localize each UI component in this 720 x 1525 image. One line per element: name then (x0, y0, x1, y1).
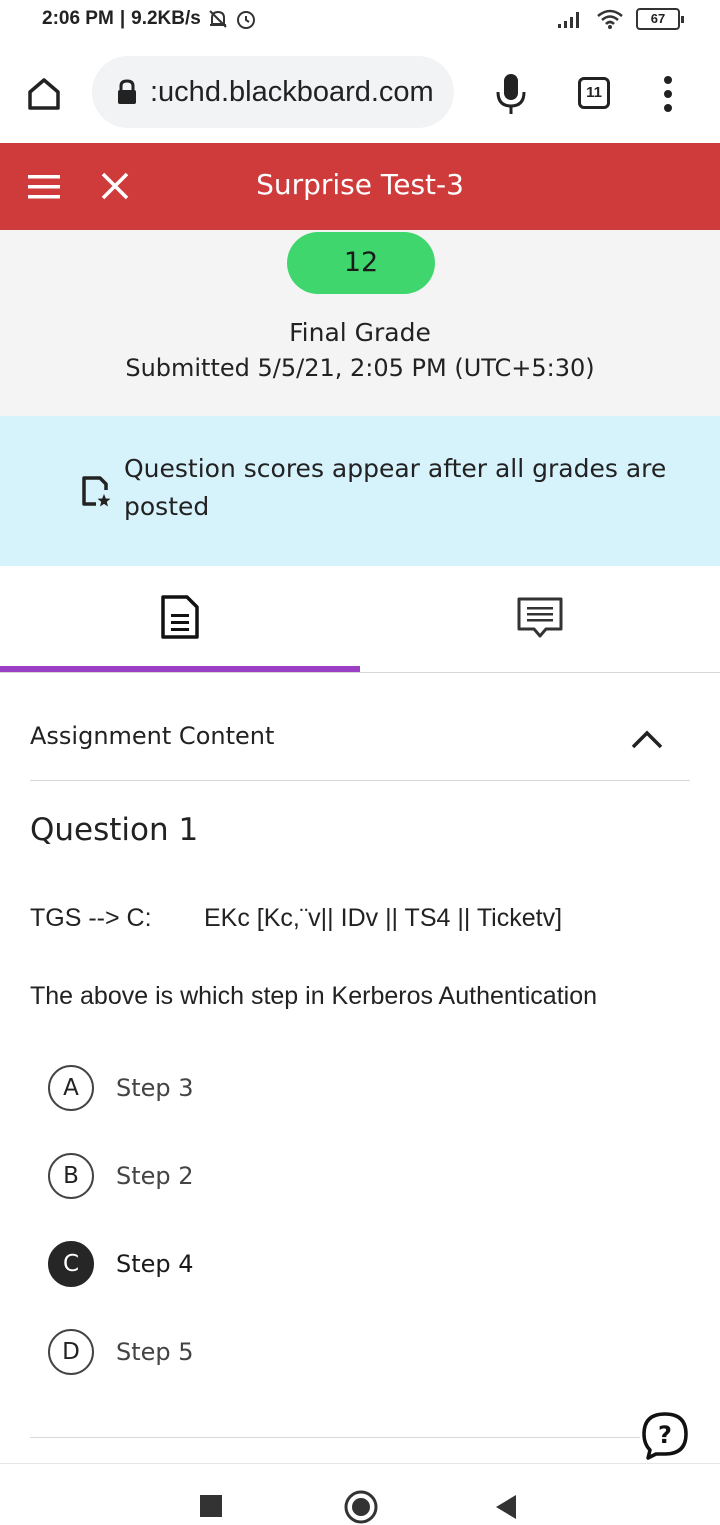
home-icon[interactable] (24, 74, 64, 114)
url-text: :uchd.blackboard.com (150, 75, 434, 108)
option-c[interactable]: C Step 4 (48, 1241, 194, 1287)
page-title: Surprise Test-3 (256, 168, 464, 201)
option-letter-badge-selected: C (48, 1241, 94, 1287)
divider (30, 780, 690, 781)
browser-toolbar: :uchd.blackboard.com 11 (0, 44, 720, 142)
comment-icon (517, 597, 563, 638)
bell-off-icon (209, 10, 227, 28)
option-label: Step 5 (116, 1338, 194, 1366)
option-letter-badge: A (48, 1065, 94, 1111)
option-letter-badge: D (48, 1329, 94, 1375)
active-tab-indicator (0, 666, 360, 672)
tab-switcher-button[interactable]: 11 (578, 77, 610, 109)
alarm-icon (236, 11, 255, 29)
assignment-content-heading: Assignment Content (30, 722, 275, 750)
chevron-up-icon[interactable] (630, 728, 664, 750)
microphone-icon[interactable] (494, 72, 528, 116)
svg-text:?: ? (658, 1421, 672, 1449)
notice-text: Question scores appear after all grades … (124, 454, 667, 521)
tab-content[interactable] (0, 566, 360, 672)
option-label: Step 2 (116, 1162, 194, 1190)
back-icon[interactable] (494, 1494, 518, 1520)
lock-icon (118, 79, 136, 104)
tab-feedback[interactable] (360, 566, 720, 672)
address-bar[interactable]: :uchd.blackboard.com (92, 56, 454, 128)
option-label: Step 4 (116, 1250, 194, 1278)
option-a[interactable]: A Step 3 (48, 1065, 194, 1111)
status-speed: 9.2KB/s (131, 8, 201, 29)
status-time: 2:06 PM (42, 8, 114, 29)
view-tabs (0, 566, 720, 673)
status-right: 67 (556, 8, 684, 30)
option-b[interactable]: B Step 2 (48, 1153, 194, 1199)
help-icon[interactable]: ? (640, 1410, 690, 1460)
option-letter-badge: B (48, 1153, 94, 1199)
battery-icon: 67 (636, 8, 684, 30)
grade-summary: 12 Final Grade Submitted 5/5/21, 2:05 PM… (0, 230, 720, 416)
formula-left: TGS --> C: (30, 904, 152, 932)
signal-icon (558, 12, 579, 28)
question-title: Question 1 (30, 812, 199, 848)
formula-right: EKc [Kc,¨v|| IDv || TS4 || Ticketv] (204, 904, 563, 932)
more-vert-icon[interactable] (660, 74, 676, 114)
status-bar: 2:06 PM | 9.2KB/s 67 (0, 0, 720, 44)
grades-notice-banner: Question scores appear after all grades … (0, 416, 720, 566)
nav-home-icon[interactable] (344, 1490, 378, 1524)
question-formula: TGS --> C: EKc [Kc,¨v|| IDv || TS4 || Tic… (30, 904, 562, 933)
page-header: Surprise Test-3 (0, 143, 720, 230)
recent-apps-icon[interactable] (200, 1495, 222, 1517)
grade-pill: 12 (287, 232, 435, 294)
final-grade-label: Final Grade (289, 318, 431, 347)
submitted-timestamp: Submitted 5/5/21, 2:05 PM (UTC+5:30) (125, 354, 595, 382)
document-star-icon (82, 476, 111, 507)
option-label: Step 3 (116, 1074, 194, 1102)
status-left: 2:06 PM | 9.2KB/s (42, 8, 257, 30)
question-text: The above is which step in Kerberos Auth… (30, 982, 598, 1010)
divider (30, 1437, 640, 1438)
status-separator: | (119, 8, 126, 29)
option-d[interactable]: D Step 5 (48, 1329, 194, 1375)
system-navigation-bar (0, 1463, 720, 1525)
document-icon (161, 595, 199, 639)
wifi-icon (597, 9, 623, 29)
